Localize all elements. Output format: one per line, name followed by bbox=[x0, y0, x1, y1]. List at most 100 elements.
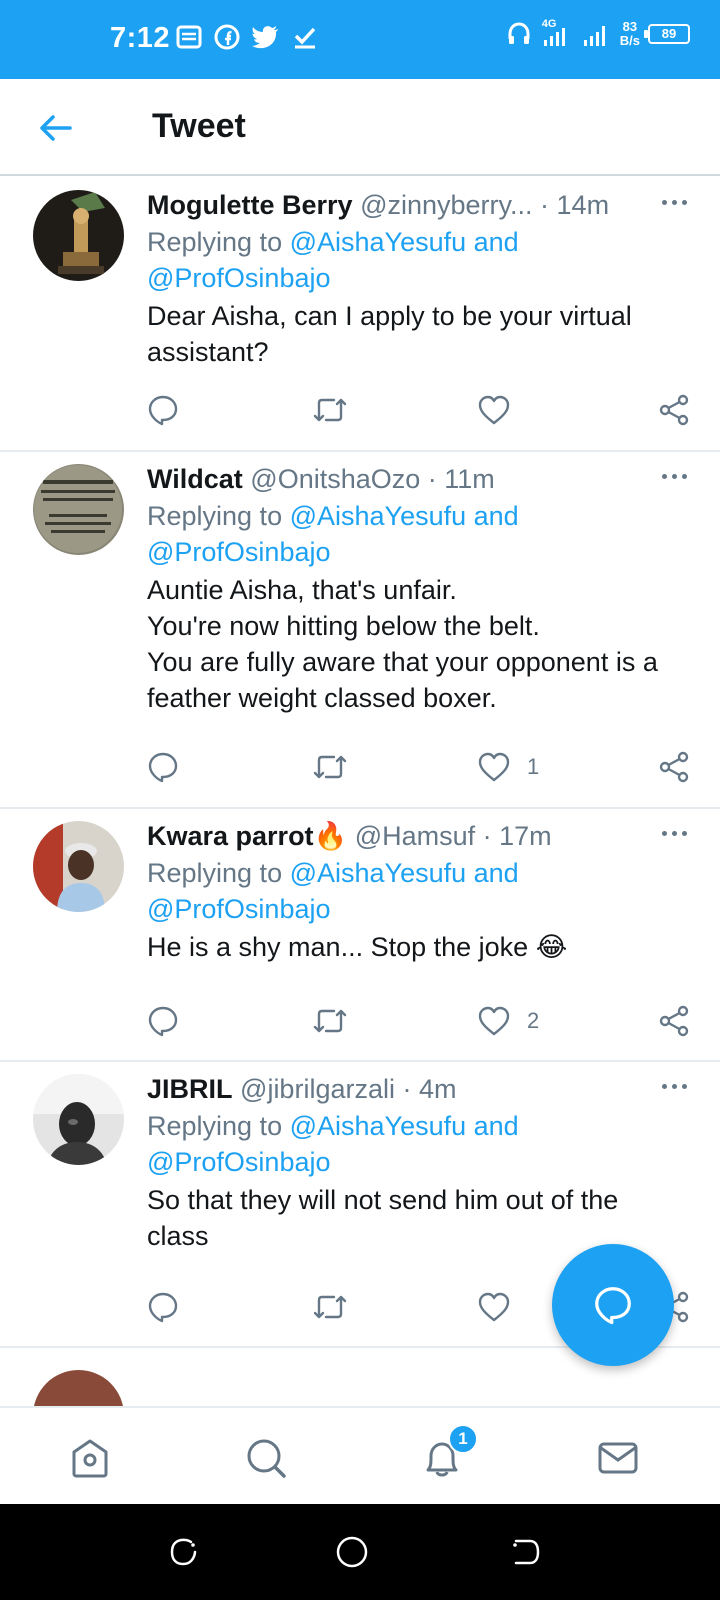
home-icon bbox=[72, 1439, 108, 1478]
tweet-text: Dear Aisha, can I apply to be your virtu… bbox=[147, 301, 632, 367]
tweet-time: · 17m bbox=[482, 821, 552, 851]
mention-link[interactable]: @AishaYesufu and bbox=[290, 1111, 519, 1141]
avatar[interactable] bbox=[33, 821, 124, 912]
bottom-navigation: 1 bbox=[0, 1406, 720, 1504]
tweet-time: · 14m bbox=[540, 190, 610, 220]
like-button[interactable] bbox=[477, 390, 527, 430]
signal-bars-icon bbox=[583, 26, 605, 46]
avatar[interactable] bbox=[33, 190, 124, 281]
like-button[interactable]: 2 bbox=[477, 1001, 539, 1041]
tweet-meta: Mogulette Berry @zinnyberry... · 14m bbox=[147, 188, 690, 222]
check-download-icon bbox=[294, 27, 316, 49]
more-options-button[interactable] bbox=[658, 466, 690, 486]
nav-messages[interactable] bbox=[590, 1430, 646, 1486]
share-icon bbox=[659, 751, 689, 783]
author-handle[interactable]: @Hamsuf bbox=[355, 821, 475, 851]
app-header: Tweet bbox=[0, 79, 720, 176]
replying-label: Replying to bbox=[147, 227, 290, 257]
author-name[interactable]: Mogulette Berry bbox=[147, 190, 353, 220]
retweet-icon bbox=[313, 755, 347, 779]
share-icon bbox=[659, 1005, 689, 1037]
mail-icon bbox=[598, 1442, 638, 1474]
status-bar: 7:12 4G 83 B/s 89 bbox=[0, 0, 720, 79]
tweet-meta: Kwara parrot🔥 @Hamsuf · 17m bbox=[147, 819, 690, 853]
author-name[interactable]: Kwara parrot🔥 bbox=[147, 821, 347, 851]
recent-apps-icon bbox=[170, 1538, 197, 1566]
tweet-text: He is a shy man... Stop the joke 😂 bbox=[147, 932, 568, 962]
heart-icon bbox=[478, 1292, 510, 1322]
reply-icon bbox=[148, 1006, 178, 1037]
reply-button[interactable] bbox=[147, 747, 179, 787]
news-icon bbox=[176, 25, 202, 49]
nav-home[interactable] bbox=[62, 1430, 118, 1486]
mention-link[interactable]: @AishaYesufu and bbox=[290, 858, 519, 888]
mention-link[interactable]: @ProfOsinbajo bbox=[147, 537, 331, 567]
author-handle[interactable]: @zinnyberry... bbox=[360, 190, 532, 220]
tweet-content: Wildcat @OnitshaOzo · 11m Replying to @A… bbox=[147, 462, 690, 716]
tweet-actions: 2 bbox=[147, 1001, 690, 1041]
replying-to: Replying to @AishaYesufu and @ProfOsinba… bbox=[147, 224, 690, 296]
author-name[interactable]: JIBRIL bbox=[147, 1074, 233, 1104]
share-button[interactable] bbox=[658, 747, 690, 787]
tweet-content: JIBRIL @jibrilgarzali · 4m Replying to @… bbox=[147, 1072, 690, 1254]
network-speed: 83 B/s bbox=[620, 20, 640, 48]
replying-to: Replying to @AishaYesufu and @ProfOsinba… bbox=[147, 1108, 690, 1180]
arrow-left-icon bbox=[40, 115, 72, 141]
recent-apps-button[interactable] bbox=[163, 1532, 203, 1572]
nav-notifications[interactable]: 1 bbox=[414, 1424, 478, 1486]
avatar[interactable] bbox=[33, 1370, 124, 1406]
heart-icon bbox=[478, 752, 510, 782]
reply-button[interactable] bbox=[147, 1001, 179, 1041]
retweet-icon bbox=[313, 1009, 347, 1033]
tweet-card[interactable]: Wildcat @OnitshaOzo · 11m Replying to @A… bbox=[0, 452, 720, 809]
author-handle[interactable]: @jibrilgarzali bbox=[240, 1074, 395, 1104]
reply-bubble-icon bbox=[595, 1287, 631, 1325]
more-options-button[interactable] bbox=[658, 1076, 690, 1096]
mention-link[interactable]: @AishaYesufu and bbox=[290, 227, 519, 257]
tweet-content: Kwara parrot🔥 @Hamsuf · 17m Replying to … bbox=[147, 819, 690, 965]
reply-button[interactable] bbox=[147, 1287, 179, 1327]
retweet-button[interactable] bbox=[312, 1001, 348, 1041]
battery-indicator: 89 bbox=[644, 24, 690, 44]
system-navigation-bar bbox=[0, 1504, 720, 1600]
back-system-button[interactable] bbox=[506, 1532, 546, 1572]
mention-link[interactable]: @AishaYesufu and bbox=[290, 501, 519, 531]
headphones-icon bbox=[508, 22, 530, 44]
retweet-button[interactable] bbox=[312, 1287, 348, 1327]
tweet-text-line: Auntie Aisha, that's unfair. bbox=[147, 575, 457, 605]
replies-feed[interactable]: Mogulette Berry @zinnyberry... · 14m Rep… bbox=[0, 178, 720, 1406]
tweet-meta: Wildcat @OnitshaOzo · 11m bbox=[147, 462, 690, 496]
retweet-button[interactable] bbox=[312, 747, 348, 787]
mention-link[interactable]: @ProfOsinbajo bbox=[147, 1147, 331, 1177]
mention-link[interactable]: @ProfOsinbajo bbox=[147, 263, 331, 293]
more-options-button[interactable] bbox=[658, 192, 690, 212]
retweet-button[interactable] bbox=[312, 390, 348, 430]
tweet-card[interactable]: Mogulette Berry @zinnyberry... · 14m Rep… bbox=[0, 178, 720, 452]
share-icon bbox=[659, 394, 689, 426]
author-handle[interactable]: @OnitshaOzo bbox=[250, 464, 420, 494]
avatar[interactable] bbox=[33, 464, 124, 555]
reply-icon bbox=[148, 1292, 178, 1323]
share-button[interactable] bbox=[658, 1001, 690, 1041]
reply-button[interactable] bbox=[147, 390, 179, 430]
retweet-icon bbox=[313, 1295, 347, 1319]
page-title: Tweet bbox=[152, 107, 246, 145]
tweet-card[interactable]: Kwara parrot🔥 @Hamsuf · 17m Replying to … bbox=[0, 809, 720, 1062]
tweet-text-line: You're now hitting below the belt. bbox=[147, 611, 540, 641]
compose-reply-button[interactable] bbox=[552, 1244, 674, 1366]
like-button[interactable]: 1 bbox=[477, 747, 539, 787]
replying-label: Replying to bbox=[147, 501, 290, 531]
reply-icon bbox=[148, 752, 178, 783]
mention-link[interactable]: @ProfOsinbajo bbox=[147, 894, 331, 924]
home-system-button[interactable] bbox=[332, 1532, 372, 1572]
back-button[interactable] bbox=[36, 108, 76, 148]
share-button[interactable] bbox=[658, 390, 690, 430]
avatar[interactable] bbox=[33, 1074, 124, 1165]
tweet-content: Mogulette Berry @zinnyberry... · 14m Rep… bbox=[147, 188, 690, 370]
more-options-button[interactable] bbox=[658, 823, 690, 843]
nav-search[interactable] bbox=[238, 1430, 294, 1486]
like-button[interactable] bbox=[477, 1287, 527, 1327]
back-system-icon bbox=[513, 1539, 540, 1565]
author-name[interactable]: Wildcat bbox=[147, 464, 243, 494]
circle-home-icon bbox=[336, 1536, 368, 1568]
